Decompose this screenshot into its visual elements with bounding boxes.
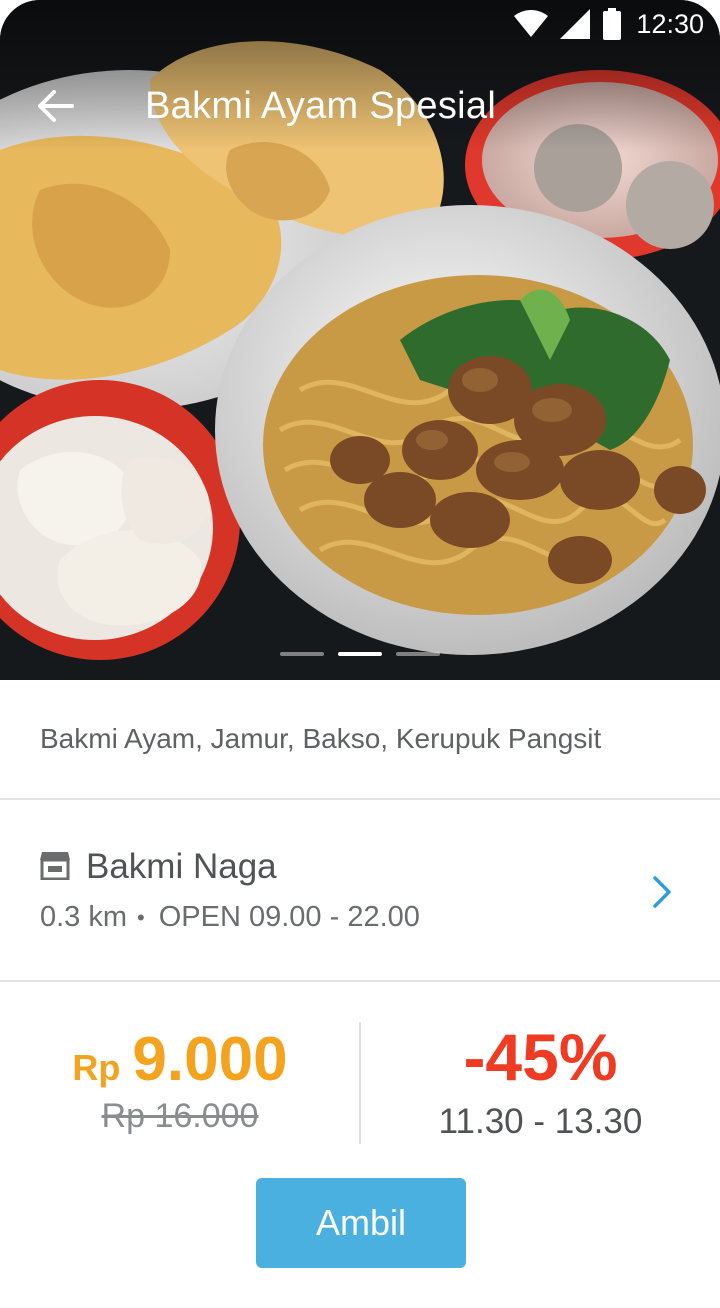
merchant-distance: 0.3 km <box>40 901 128 933</box>
currency-label: Rp <box>72 1047 121 1088</box>
deal-time-window: 11.30 - 13.30 <box>438 1102 643 1141</box>
app-bar: Bakmi Ayam Spesial <box>0 70 720 142</box>
price-block: Rp 9.000 Rp 16.000 <box>0 1024 360 1144</box>
ambil-button[interactable]: Ambil <box>256 1178 466 1268</box>
merchant-hours: OPEN 09.00 - 22.00 <box>158 901 420 933</box>
arrow-left-icon <box>38 90 74 122</box>
wifi-icon <box>514 10 549 38</box>
carousel-dot-active[interactable] <box>338 652 382 656</box>
back-button[interactable] <box>21 71 91 141</box>
merchant-row[interactable]: Bakmi Naga 0.3 km • OPEN 09.00 - 22.00 <box>0 801 720 982</box>
discount-block: -45% 11.30 - 13.30 <box>361 1024 720 1144</box>
original-price: Rp 16.000 <box>101 1097 259 1135</box>
carousel-dot[interactable] <box>396 652 440 656</box>
merchant-name: Bakmi Naga <box>86 847 277 886</box>
info-separator: • <box>137 904 145 930</box>
battery-icon <box>602 8 622 40</box>
page-title: Bakmi Ayam Spesial <box>145 84 497 127</box>
chevron-right-icon[interactable] <box>652 875 672 914</box>
item-description: Bakmi Ayam, Jamur, Bakso, Kerupuk Pangsi… <box>0 680 720 800</box>
carousel-dot[interactable] <box>280 652 324 656</box>
hero-image[interactable]: 12:30 Bakmi Ayam Spesial <box>0 0 720 680</box>
status-bar: 12:30 <box>0 0 720 48</box>
discounted-price: 9.000 <box>132 1025 288 1094</box>
discount-percent: -45% <box>463 1020 618 1094</box>
store-icon <box>40 850 70 885</box>
signal-icon <box>560 9 591 39</box>
status-time: 12:30 <box>636 8 704 39</box>
carousel-indicator <box>0 652 720 658</box>
pricing-section: Rp 9.000 Rp 16.000 -45% 11.30 - 13.30 <box>0 984 720 1164</box>
